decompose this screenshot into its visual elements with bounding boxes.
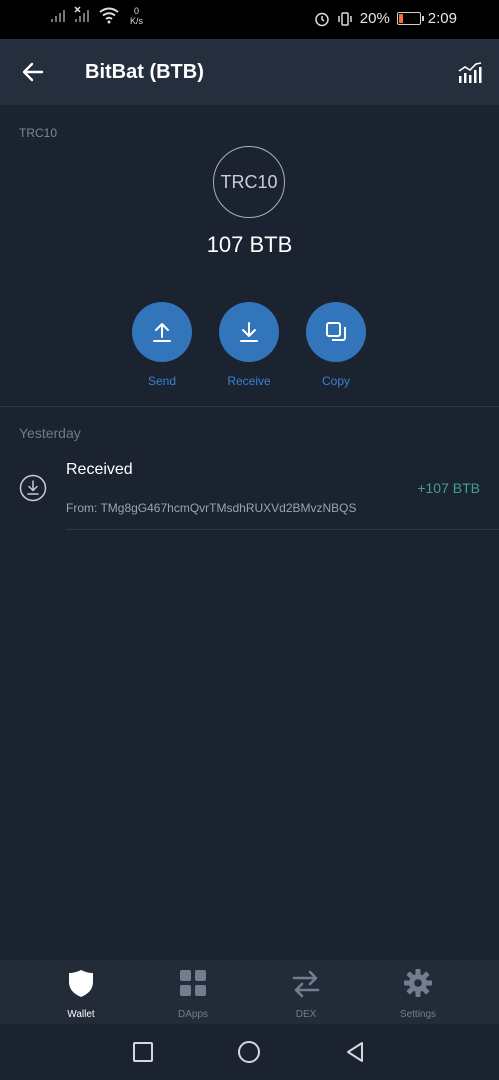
status-right: 20% 2:09 [314,10,457,27]
battery-level [398,14,404,23]
status-left: 0 K/s [50,6,143,26]
section-date-label: Yesterday [19,425,81,441]
grid-icon [180,970,206,996]
swap-arrows-icon [292,970,320,998]
vibrate-icon [338,11,352,26]
system-navigation-bar [0,1024,499,1080]
receive-label: Receive [227,374,271,388]
token-network-label: TRC10 [19,126,58,140]
wifi-icon [99,7,119,24]
tab-settings-label: Settings [399,1009,437,1020]
page-title: BitBat (BTB) [85,61,204,83]
token-logo-text: TRC10 [220,171,278,192]
copy-button[interactable] [306,302,366,362]
send-action[interactable]: Send [122,302,202,388]
row-divider [66,529,499,530]
copy-action[interactable]: Copy [296,302,376,388]
divider [0,406,499,407]
token-logo: TRC10 [213,146,285,218]
tab-dapps-label: DApps [177,1009,208,1020]
network-speed: 0 K/s [130,6,143,26]
clock: 2:09 [427,10,457,27]
signal-icon [51,10,65,22]
transaction-title: Received [66,461,133,478]
upload-icon [153,323,171,342]
app-bar: BitBat (BTB) [0,39,499,105]
status-bar: 0 K/s 20% 2:09 [0,0,499,39]
battery-percent: 20% [359,10,390,27]
battery-icon [396,12,424,25]
arrow-left-icon[interactable] [20,59,46,85]
send-button[interactable] [132,302,192,362]
tab-dex[interactable]: DEX [261,968,351,1020]
alarm-icon [315,12,329,26]
download-icon [240,322,258,342]
tab-dex-label: DEX [295,1009,317,1020]
gear-icon [404,969,432,997]
tab-wallet-label: Wallet [67,1009,95,1020]
transaction-row[interactable]: Received From: TMg8gG467hcmQvrTMsdhRUXVd… [0,450,499,530]
shield-icon [69,970,93,997]
signal-no-sim-icon [74,6,89,22]
home-circle-icon[interactable] [237,1040,261,1064]
token-balance: 107 BTB [206,232,293,257]
back-triangle-icon[interactable] [343,1040,367,1064]
bar-chart-icon[interactable] [457,61,483,85]
received-icon [19,474,47,502]
copy-label: Copy [321,374,350,388]
tab-settings[interactable]: Settings [373,968,463,1020]
transaction-amount: +107 BTB [417,480,480,496]
network-speed-value: 0 [134,6,140,16]
bottom-tab-bar: Wallet DApps DEX Settings [0,960,499,1024]
transaction-from-address: From: TMg8gG467hcmQvrTMsdhRUXVd2BMvzNBQS [66,501,357,515]
tab-dapps[interactable]: DApps [148,968,238,1020]
network-speed-unit: K/s [130,16,144,26]
receive-action[interactable]: Receive [209,302,289,388]
receive-button[interactable] [219,302,279,362]
copy-icon [326,322,346,341]
recents-square-icon[interactable] [131,1040,155,1064]
tab-wallet[interactable]: Wallet [36,968,126,1020]
send-label: Send [147,374,177,388]
